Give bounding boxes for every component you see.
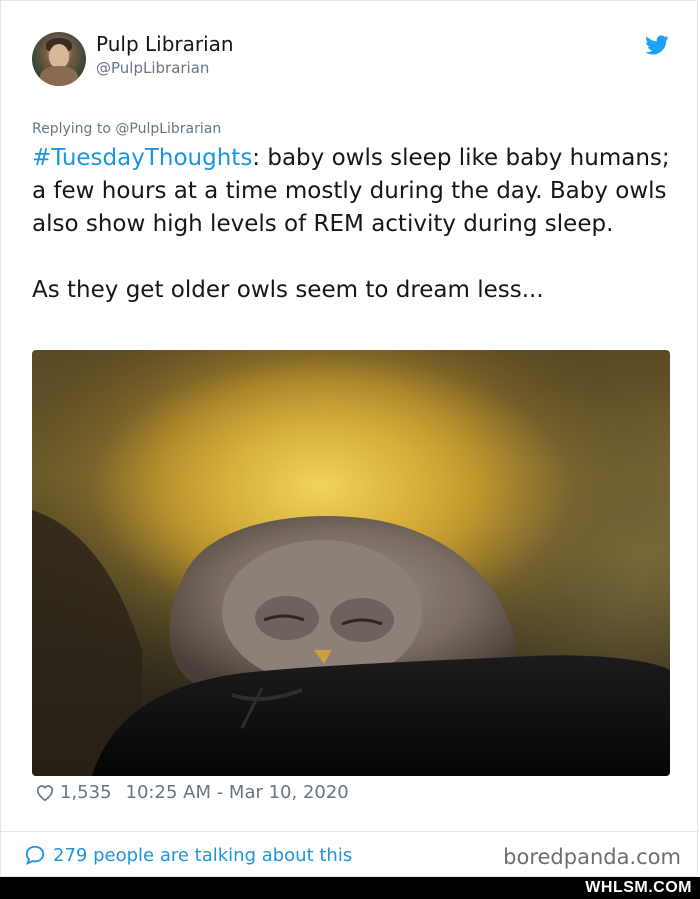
- hashtag-link[interactable]: #TuesdayThoughts: [32, 145, 252, 171]
- avatar-face: [49, 44, 69, 68]
- talking-about-text: 279 people are talking about this: [53, 844, 353, 866]
- divider: [1, 831, 699, 832]
- heart-icon[interactable]: [34, 781, 56, 803]
- author-handle[interactable]: @PulpLibrarian: [96, 59, 209, 77]
- watermark: WHLSM.COM: [585, 879, 692, 896]
- tweet-photo[interactable]: [32, 350, 670, 776]
- tweet-text-part2: As they get older owls seem to dream les…: [32, 277, 544, 303]
- speech-bubble-icon: [25, 845, 45, 865]
- tweet-stats: 1,535 10:25 AM - Mar 10, 2020: [34, 781, 349, 803]
- tweet-text: #TuesdayThoughts: baby owls sleep like b…: [32, 142, 672, 307]
- talking-about-link[interactable]: 279 people are talking about this: [24, 844, 352, 866]
- author-name[interactable]: Pulp Librarian: [96, 32, 234, 56]
- tweet-timestamp[interactable]: 10:25 AM - Mar 10, 2020: [126, 782, 349, 803]
- like-count[interactable]: 1,535: [60, 782, 112, 803]
- replying-to[interactable]: Replying to @PulpLibrarian: [32, 121, 221, 137]
- avatar-body: [40, 66, 78, 86]
- tweet-card: Pulp Librarian @PulpLibrarian Replying t…: [0, 0, 699, 877]
- avatar[interactable]: [32, 32, 86, 86]
- twitter-bird-icon[interactable]: [644, 33, 670, 57]
- source-credit: boredpanda.com: [503, 845, 681, 869]
